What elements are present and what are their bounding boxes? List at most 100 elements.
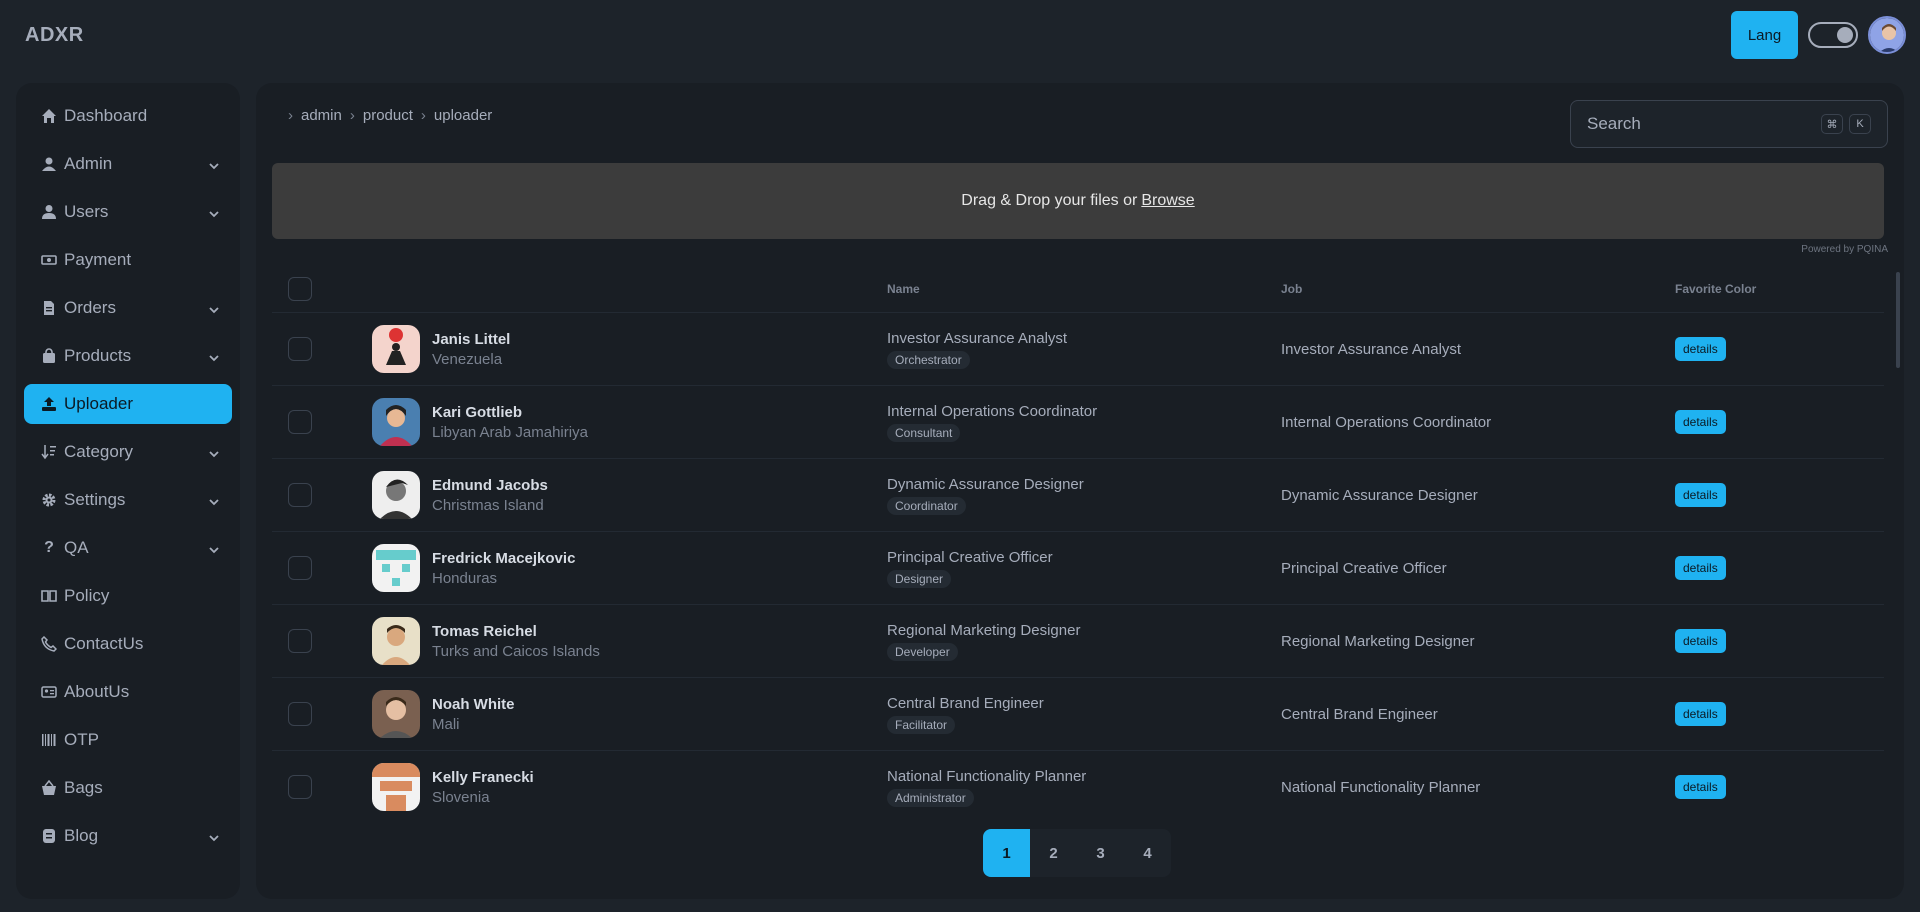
job-title: Investor Assurance Analyst (887, 329, 1068, 347)
sidebar-item-orders[interactable]: Orders (24, 288, 232, 328)
basket-icon (40, 779, 58, 797)
breadcrumb-admin[interactable]: admin (301, 107, 342, 124)
sidebar-item-contactus[interactable]: ContactUs (24, 624, 232, 664)
cmd-key: ⌘ (1821, 114, 1843, 134)
avatar (372, 763, 420, 811)
job-cell: Internal Operations Coordinator (1281, 413, 1492, 431)
chevron-down-icon[interactable] (208, 301, 220, 321)
page-button-4[interactable]: 4 (1124, 829, 1171, 877)
table-row: Janis Littel Venezuela Investor Assurance … (272, 312, 1884, 385)
sidebar-item-uploader[interactable]: Uploader (24, 384, 232, 424)
avatar (372, 471, 420, 519)
sidebar-item-label: Payment (64, 250, 132, 269)
person-country: Christmas Island (432, 496, 544, 514)
chevron-right-icon: › (288, 107, 293, 124)
sidebar-item-label: Admin (64, 154, 113, 173)
browse-link[interactable]: Browse (1141, 192, 1194, 210)
sidebar-item-label: AboutUs (64, 682, 130, 701)
blog-icon (40, 827, 58, 845)
chevron-down-icon[interactable] (208, 205, 220, 225)
search-box[interactable]: ⌘ K (1570, 100, 1888, 148)
job-cell: National Functionality Planner (1281, 778, 1481, 796)
row-checkbox[interactable] (288, 337, 312, 361)
sidebar-item-bags[interactable]: Bags (24, 768, 232, 808)
details-button[interactable]: details (1675, 629, 1726, 653)
breadcrumb-product[interactable]: product (363, 107, 413, 124)
sidebar-item-qa[interactable]: ? QA (24, 528, 232, 568)
details-button[interactable]: details (1675, 556, 1726, 580)
shortcut-keys: ⌘ K (1821, 114, 1871, 134)
table-row: Fredrick Macejkovic Honduras Principal Cre… (272, 531, 1884, 604)
sidebar-item-otp[interactable]: OTP (24, 720, 232, 760)
job-cell: Dynamic Assurance Designer (1281, 486, 1478, 504)
details-button[interactable]: details (1675, 337, 1726, 361)
file-dropzone[interactable]: Drag & Drop your files or Browse (272, 163, 1884, 239)
powered-by-label[interactable]: Powered by PQINA (1801, 244, 1888, 255)
money-icon (40, 251, 58, 269)
theme-toggle[interactable] (1808, 22, 1858, 48)
person-name: Janis Littel (432, 330, 511, 348)
search-input[interactable] (1587, 114, 1787, 134)
role-badge: Consultant (887, 423, 961, 442)
sidebar-item-users[interactable]: Users (24, 192, 232, 232)
details-button[interactable]: details (1675, 775, 1726, 799)
pagination: 1234 (983, 829, 1171, 877)
page-button-3[interactable]: 3 (1077, 829, 1124, 877)
sidebar-item-dashboard[interactable]: Dashboard (24, 96, 232, 136)
person-country: Slovenia (432, 788, 490, 806)
details-button[interactable]: details (1675, 702, 1726, 726)
page-button-2[interactable]: 2 (1030, 829, 1077, 877)
sidebar-item-label: ContactUs (64, 634, 144, 653)
row-checkbox[interactable] (288, 629, 312, 653)
select-all-checkbox[interactable] (288, 277, 312, 301)
chevron-down-icon[interactable] (208, 157, 220, 177)
chevron-down-icon[interactable] (208, 349, 220, 369)
job-title: Central Brand Engineer (887, 694, 1044, 712)
sidebar-item-label: Policy (64, 586, 110, 605)
sidebar-nav: Dashboard Admin Users Payment Orders Products… (24, 96, 232, 856)
sidebar: Dashboard Admin Users Payment Orders Products… (16, 83, 240, 899)
admin-icon (40, 155, 58, 173)
sidebar-item-aboutus[interactable]: AboutUs (24, 672, 232, 712)
chevron-down-icon[interactable] (208, 541, 220, 561)
job-cell: Central Brand Engineer (1281, 705, 1438, 723)
sidebar-item-settings[interactable]: Settings (24, 480, 232, 520)
user-avatar[interactable] (1868, 16, 1906, 54)
table-row: Noah White Mali Central Brand Engineer Faci… (272, 677, 1884, 750)
chevron-down-icon[interactable] (208, 829, 220, 849)
dropzone-text: Drag & Drop your files or (961, 192, 1138, 209)
table-scrollbar[interactable] (1896, 272, 1900, 368)
file-icon (40, 299, 58, 317)
table-row: Tomas Reichel Turks and Caicos Islands Reg… (272, 604, 1884, 677)
sidebar-item-payment[interactable]: Payment (24, 240, 232, 280)
chevron-down-icon[interactable] (208, 493, 220, 513)
sidebar-item-policy[interactable]: Policy (24, 576, 232, 616)
details-button[interactable]: details (1675, 483, 1726, 507)
page-button-1[interactable]: 1 (983, 829, 1030, 877)
sidebar-item-products[interactable]: Products (24, 336, 232, 376)
lang-button[interactable]: Lang (1731, 11, 1798, 59)
avatar (372, 544, 420, 592)
avatar (372, 690, 420, 738)
sidebar-item-label: Settings (64, 490, 126, 509)
row-checkbox[interactable] (288, 483, 312, 507)
brand-logo[interactable]: ADXR (25, 24, 84, 47)
row-checkbox[interactable] (288, 775, 312, 799)
sidebar-item-admin[interactable]: Admin (24, 144, 232, 184)
person-name: Edmund Jacobs (432, 476, 548, 494)
sidebar-item-category[interactable]: Category (24, 432, 232, 472)
header-favorite-color: Favorite Color (1675, 282, 1757, 296)
row-checkbox[interactable] (288, 410, 312, 434)
k-key: K (1849, 114, 1871, 134)
sidebar-item-label: Users (64, 202, 109, 221)
details-button[interactable]: details (1675, 410, 1726, 434)
avatar (372, 617, 420, 665)
chevron-down-icon[interactable] (208, 445, 220, 465)
sidebar-item-blog[interactable]: Blog (24, 816, 232, 856)
job-title: Regional Marketing Designer (887, 621, 1081, 639)
row-checkbox[interactable] (288, 556, 312, 580)
row-checkbox[interactable] (288, 702, 312, 726)
role-badge: Orchestrator (887, 350, 970, 369)
breadcrumb-uploader[interactable]: uploader (434, 107, 492, 124)
breadcrumb: › admin › product › uploader (280, 107, 492, 124)
